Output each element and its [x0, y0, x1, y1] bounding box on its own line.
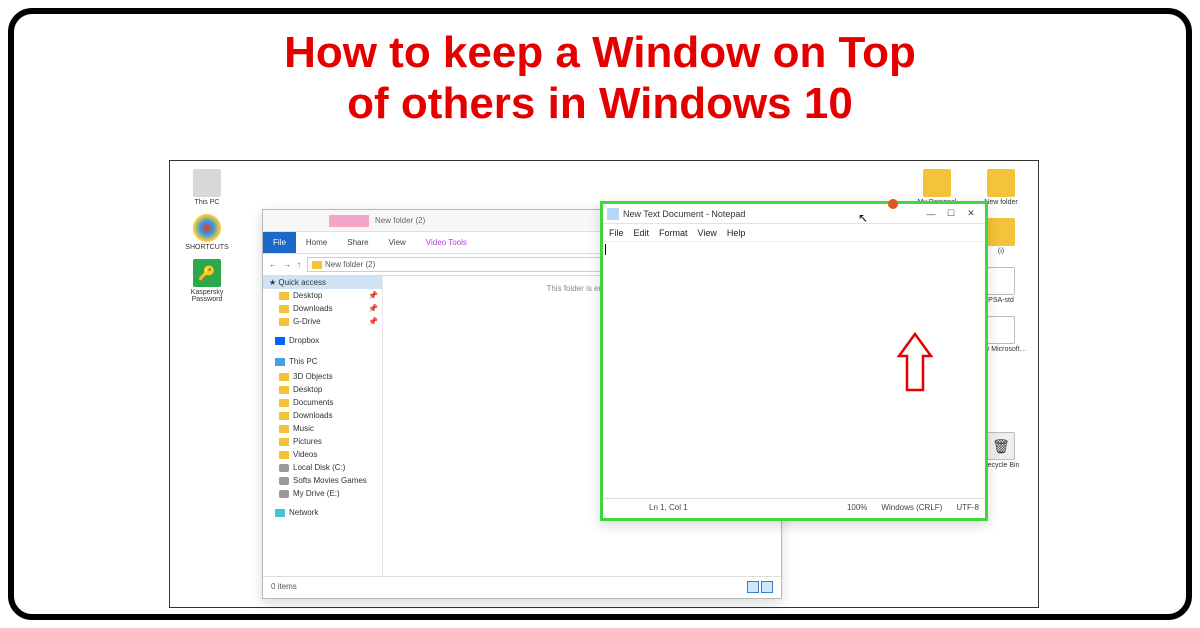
nav-item-pictures[interactable]: Pictures — [263, 435, 382, 448]
ribbon-tab-share[interactable]: Share — [337, 232, 378, 253]
view-mode-icons[interactable] — [761, 581, 773, 593]
titlebar-accent — [329, 215, 369, 227]
nav-quick-access[interactable]: ★ Quick access — [263, 276, 382, 289]
ribbon-tab-file[interactable]: File — [263, 232, 296, 253]
nav-dropbox[interactable]: Dropbox — [269, 334, 376, 347]
folder-icon — [312, 261, 322, 269]
notification-badge-icon — [888, 199, 898, 209]
title-line-2: of others in Windows 10 — [347, 79, 853, 128]
pc-icon — [193, 169, 221, 197]
notepad-titlebar[interactable]: New Text Document - Notepad — ☐ ✕ — [603, 204, 985, 224]
ribbon-tab-video-tools[interactable]: Video Tools — [416, 232, 477, 253]
nav-item-3d-objects[interactable]: 3D Objects — [263, 370, 382, 383]
nav-item-desktop[interactable]: Desktop 📌 — [263, 289, 382, 302]
menu-view[interactable]: View — [698, 228, 717, 238]
maximize-button[interactable]: ☐ — [941, 207, 961, 221]
desktop-icon-label: SHORTCUTS — [185, 244, 228, 251]
nav-network[interactable]: Network — [269, 506, 376, 519]
nav-forward-button[interactable]: → — [283, 260, 291, 269]
explorer-nav-pane[interactable]: ★ Quick access Desktop 📌 Downloads 📌 G-D… — [263, 276, 383, 576]
folder-icon — [923, 169, 951, 197]
mouse-cursor-icon: ↖ — [858, 211, 868, 225]
status-encoding: UTF-8 — [956, 503, 979, 512]
title-line-1: How to keep a Window on Top — [284, 28, 916, 77]
status-position: Ln 1, Col 1 — [649, 503, 688, 512]
desktop-icon-this-pc[interactable]: This PC — [178, 169, 236, 206]
nav-item-music[interactable]: Music — [263, 422, 382, 435]
article-frame: How to keep a Window on Top of others in… — [8, 8, 1192, 620]
butterfly-icon — [193, 214, 221, 242]
notepad-menu-bar: File Edit Format View Help — [603, 224, 985, 242]
nav-item-downloads-2[interactable]: Downloads — [263, 409, 382, 422]
desktop-icon-label: New folder — [984, 199, 1017, 206]
explorer-status-bar: 0 items — [263, 576, 781, 596]
document-icon — [987, 316, 1015, 344]
status-eol: Windows (CRLF) — [881, 503, 942, 512]
folder-icon — [987, 218, 1015, 246]
minimize-button[interactable]: — — [921, 207, 941, 221]
desktop-icon-label: PSA-std — [988, 297, 1014, 304]
explorer-title-text: New folder (2) — [375, 216, 425, 225]
ribbon-tab-home[interactable]: Home — [296, 232, 337, 253]
annotation-arrow-up — [895, 332, 935, 399]
document-icon — [987, 267, 1015, 295]
desktop-icons-left: This PC SHORTCUTS 🔑 Kaspersky Password — [178, 169, 258, 311]
desktop-icon-label: Kaspersky Password — [191, 289, 224, 303]
notepad-status-bar: Ln 1, Col 1 100% Windows (CRLF) UTF-8 — [603, 498, 985, 516]
folder-icon — [987, 169, 1015, 197]
text-cursor — [605, 244, 606, 255]
nav-item-my-drive-e[interactable]: My Drive (E:) — [263, 487, 382, 500]
key-icon: 🔑 — [193, 259, 221, 287]
desktop-icon-label: (i) — [998, 248, 1004, 255]
status-zoom: 100% — [847, 503, 867, 512]
desktop-icon-label: Recycle Bin — [983, 462, 1020, 469]
desktop-icon-label: This PC — [195, 199, 220, 206]
nav-item-desktop-2[interactable]: Desktop — [263, 383, 382, 396]
nav-item-gdrive[interactable]: G-Drive 📌 — [263, 315, 382, 328]
nav-item-documents[interactable]: Documents — [263, 396, 382, 409]
menu-help[interactable]: Help — [727, 228, 746, 238]
nav-item-downloads[interactable]: Downloads 📌 — [263, 302, 382, 315]
close-button[interactable]: ✕ — [961, 207, 981, 221]
menu-format[interactable]: Format — [659, 228, 688, 238]
item-count: 0 items — [271, 582, 297, 591]
nav-this-pc[interactable]: This PC — [269, 355, 376, 368]
menu-edit[interactable]: Edit — [634, 228, 650, 238]
nav-item-softs[interactable]: Softs Movies Games — [263, 474, 382, 487]
breadcrumb-path[interactable]: New folder (2) — [307, 257, 632, 272]
ribbon-tab-view[interactable]: View — [379, 232, 416, 253]
nav-up-button[interactable]: ↑ — [297, 260, 301, 269]
nav-item-videos[interactable]: Videos — [263, 448, 382, 461]
desktop-icon-kaspersky[interactable]: 🔑 Kaspersky Password — [178, 259, 236, 303]
notepad-icon — [607, 208, 619, 220]
nav-back-button[interactable]: ← — [269, 260, 277, 269]
notepad-window[interactable]: New Text Document - Notepad — ☐ ✕ File E… — [600, 201, 988, 521]
desktop-icon-shortcuts[interactable]: SHORTCUTS — [178, 214, 236, 251]
recycle-bin-icon: 🗑 — [987, 432, 1015, 460]
desktop-screenshot: This PC SHORTCUTS 🔑 Kaspersky Password My… — [169, 160, 1039, 608]
notepad-title-text: New Text Document - Notepad — [623, 209, 745, 219]
nav-item-local-disk-c[interactable]: Local Disk (C:) — [263, 461, 382, 474]
notepad-text-area[interactable] — [603, 242, 985, 498]
view-mode-details[interactable] — [747, 581, 759, 593]
menu-file[interactable]: File — [609, 228, 624, 238]
breadcrumb-text: New folder (2) — [325, 260, 375, 269]
article-title: How to keep a Window on Top of others in… — [14, 14, 1186, 135]
